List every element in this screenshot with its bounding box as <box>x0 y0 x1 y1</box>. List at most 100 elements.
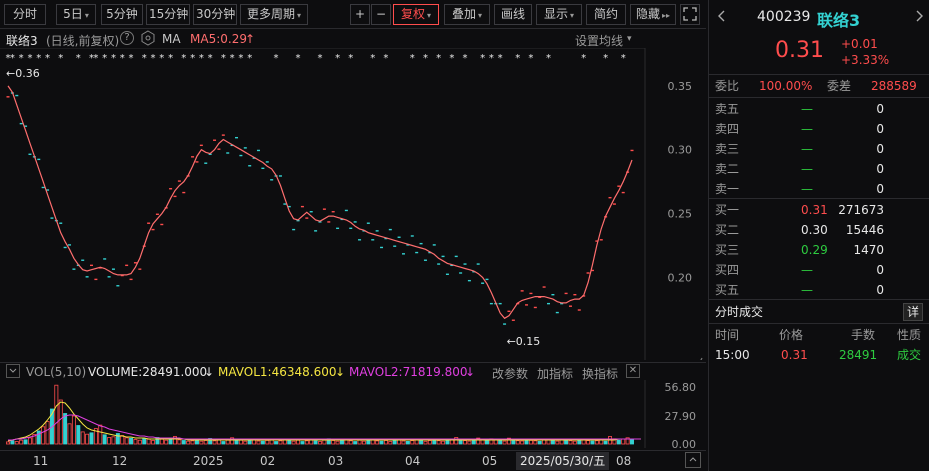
price-tick <box>621 191 625 194</box>
star-marker: * <box>181 53 186 64</box>
volume-title: VOL(5,10) <box>26 365 87 379</box>
trade-row[interactable]: 15:00 0.31 28491 成交 <box>709 345 929 365</box>
close-icon[interactable]: ✕ <box>626 364 640 378</box>
price-tick <box>89 264 93 267</box>
price-change-pct: +3.33% <box>841 53 890 67</box>
overlay-dropdown[interactable]: 叠加 ▾ <box>444 4 490 25</box>
price-tick <box>366 222 370 224</box>
price-tick <box>454 255 458 258</box>
chevron-left-icon[interactable] <box>715 9 729 23</box>
volume-chart[interactable]: 56.80 27.90 0.00 <box>0 380 706 448</box>
volume-bar <box>225 439 230 445</box>
sell-row[interactable]: 卖四 — 0 <box>709 119 929 139</box>
help-icon[interactable]: ? <box>120 31 134 45</box>
price-tick <box>15 94 19 97</box>
buy-label: 买五 <box>715 283 740 297</box>
sell-row[interactable]: 卖五 — 0 <box>709 99 929 119</box>
sell-row[interactable]: 卖二 — 0 <box>709 159 929 179</box>
tab-more-periods[interactable]: 更多周期 ▾ <box>240 4 308 25</box>
price-tick <box>344 209 348 212</box>
collapse-volume-icon[interactable] <box>6 364 20 378</box>
price-tick <box>533 306 537 309</box>
draw-line-button[interactable]: 画线 <box>494 4 532 25</box>
tab-label: 更多周期 <box>246 7 295 21</box>
star-marker: * <box>19 53 24 64</box>
trade-volume: 28491 <box>839 348 878 362</box>
star-marker: * <box>348 53 353 64</box>
volume-bar <box>304 440 309 445</box>
price-tick <box>476 263 480 265</box>
price-tick <box>37 158 41 161</box>
adjust-dropdown[interactable]: 复权 ▾ <box>393 4 439 25</box>
price-chart[interactable]: * * * * * * * * * * * * * * * * * * * * * * * * * * * * * * * * * * * * * * * *… <box>0 48 706 360</box>
star-marker: * <box>230 53 235 64</box>
price-tick <box>608 196 612 199</box>
sell-row[interactable]: 卖一 — 0 <box>709 179 929 199</box>
simple-mode-button[interactable]: 简约 <box>586 4 626 25</box>
buy-row[interactable]: 买三 0.29 1470 <box>709 240 929 260</box>
zoom-out-button[interactable]: − <box>371 4 391 25</box>
settings-gear-icon[interactable] <box>141 30 155 49</box>
price-tick <box>248 165 252 167</box>
buy-row[interactable]: 买四 — 0 <box>709 260 929 280</box>
price-tick <box>410 235 414 237</box>
star-marker: * <box>190 53 195 64</box>
sell-row[interactable]: 卖三 — 0 <box>709 139 929 159</box>
price-tick <box>204 162 208 164</box>
volume-bar <box>388 441 393 445</box>
buy-row[interactable]: 买二 0.30 15446 <box>709 220 929 240</box>
tab-label: 隐藏 <box>635 7 660 21</box>
buy-row[interactable]: 买五 — 0 <box>709 280 929 300</box>
price-tick <box>599 239 603 241</box>
volume-bar <box>36 430 41 445</box>
buy-row[interactable]: 买一 0.31 271673 <box>709 200 929 220</box>
price-tick-label: 0.30 <box>668 144 693 157</box>
volume-bar <box>278 440 283 445</box>
volume-bar <box>142 438 147 445</box>
trades-detail-button[interactable]: 详 <box>903 303 923 321</box>
fullscreen-button[interactable] <box>680 4 700 25</box>
tab-intraday[interactable]: 分时 <box>4 4 46 25</box>
scroll-date-button[interactable] <box>685 452 701 468</box>
star-marker: * <box>129 53 134 64</box>
volume-bar <box>19 439 24 445</box>
tab-5day[interactable]: 5日 ▾ <box>56 4 96 25</box>
price-tick <box>195 161 199 163</box>
volume-tick-label: 27.90 <box>665 410 697 423</box>
volume-bar <box>133 439 138 445</box>
volume-bar <box>274 441 279 445</box>
tab-15min[interactable]: 15分钟 <box>146 4 190 25</box>
display-dropdown[interactable]: 显示 ▾ <box>536 4 582 25</box>
zoom-in-button[interactable]: + <box>350 4 370 25</box>
sell-volume: 0 <box>876 122 884 136</box>
chevron-right-icon[interactable] <box>912 9 926 23</box>
volume-bar <box>85 433 90 445</box>
date-tick-label: 05 <box>482 454 498 468</box>
star-marker: * <box>463 53 468 64</box>
price-tick <box>133 262 137 264</box>
arrow-down-icon: ↓ <box>204 365 215 379</box>
volume-bar <box>594 440 599 445</box>
star-marker: * <box>370 53 375 64</box>
trade-time: 15:00 <box>715 348 750 362</box>
stock-name: 联络3 <box>817 11 861 30</box>
volume-bar <box>339 440 344 445</box>
scroll-left-handle[interactable] <box>698 357 703 360</box>
tab-30min[interactable]: 30分钟 <box>193 4 237 25</box>
tab-label: 画线 <box>500 7 525 21</box>
volume-bar <box>186 440 191 445</box>
buy-volume: 1470 <box>853 243 884 257</box>
max-price-label: ←0.36 <box>6 67 40 80</box>
weibi-value: 100.00% <box>759 79 813 93</box>
min-price-marker: ←0.15 <box>507 335 541 348</box>
price-tick <box>28 153 32 155</box>
volume-bar <box>260 440 265 445</box>
ma-settings-link[interactable]: 设置均线 <box>575 32 623 49</box>
price-tick <box>147 222 151 224</box>
price-tick <box>419 242 423 245</box>
price-tick <box>107 276 111 278</box>
price-tick <box>327 221 331 223</box>
hide-button[interactable]: 隐藏 ▸▸ <box>630 4 676 25</box>
tab-5min[interactable]: 5分钟 <box>101 4 143 25</box>
star-marker: * <box>168 53 173 64</box>
